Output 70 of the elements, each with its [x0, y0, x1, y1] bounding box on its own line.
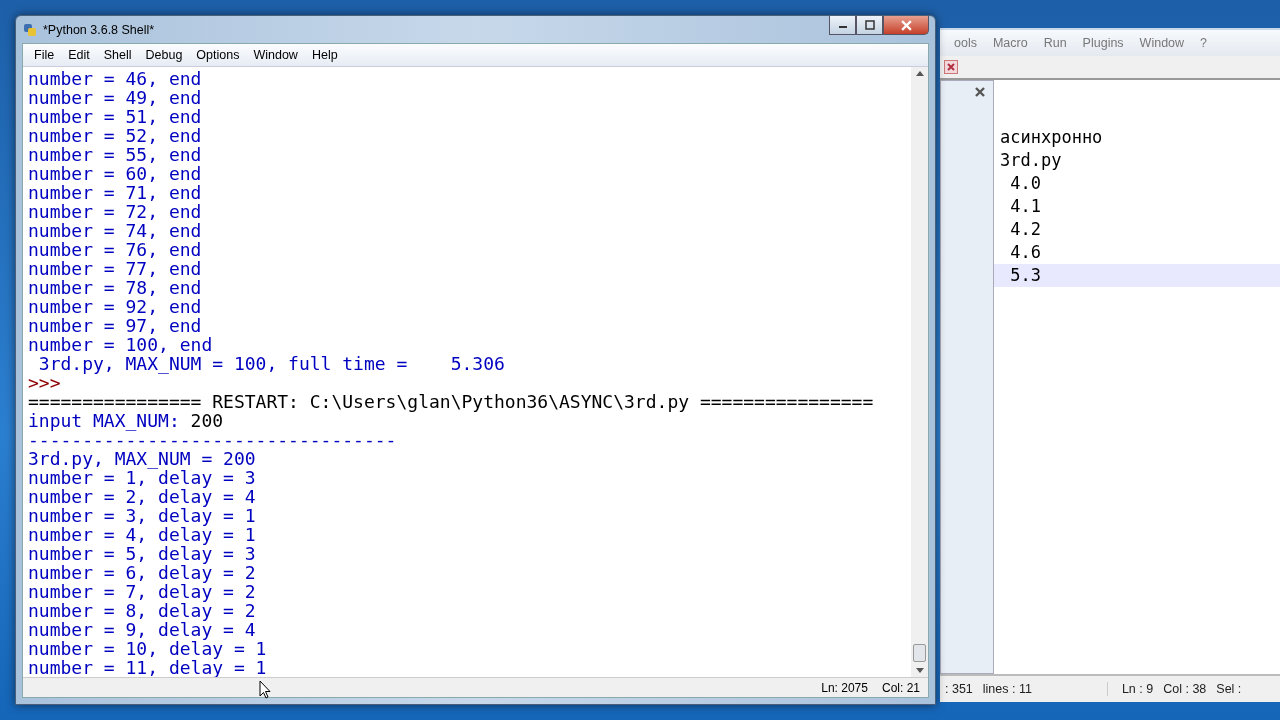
- minimize-button[interactable]: [829, 16, 856, 35]
- editor-line: 4.1: [1009, 195, 1042, 218]
- menu-item[interactable]: Help: [304, 48, 345, 62]
- shell-line: number = 5, delay = 3: [28, 544, 257, 563]
- shell-line: number = 51, end: [28, 107, 203, 126]
- shell-line: number = 2, delay = 4: [28, 487, 257, 506]
- shell-line: ================ RESTART: C:\Users\glan\Python36\ASYNC\3rd.py ================: [28, 392, 875, 411]
- menu-item[interactable]: Macro: [984, 36, 1036, 50]
- maximize-button[interactable]: [856, 16, 883, 35]
- scroll-up-icon[interactable]: [915, 71, 924, 76]
- menu-item[interactable]: Edit: [61, 48, 97, 62]
- shell-line: number = 76, end: [28, 240, 203, 259]
- shell-line: number = 9, delay = 4: [28, 620, 257, 639]
- editor-line: асинхронно: [999, 126, 1104, 149]
- scroll-down-icon[interactable]: [915, 668, 924, 673]
- shell-line: number = 8, delay = 2: [28, 601, 257, 620]
- status-text: Col: 21: [881, 680, 920, 695]
- editor-line: 3rd.py: [999, 149, 1063, 172]
- shell-line: number = 11, delay = 1: [28, 658, 268, 677]
- shell-line: input MAX_NUM: 200: [28, 411, 225, 430]
- shell-line: number = 77, end: [28, 259, 203, 278]
- shell-line: number = 60, end: [28, 164, 203, 183]
- menu-item[interactable]: ools: [946, 36, 985, 50]
- scrollbar[interactable]: [911, 67, 928, 677]
- menu-item[interactable]: Window: [246, 48, 305, 62]
- shell-line: number = 55, end: [28, 145, 203, 164]
- shell-line: number = 10, delay = 1: [28, 639, 268, 658]
- shell-line: 3rd.py, MAX_NUM = 100, full time = 5.306: [37, 354, 506, 373]
- window-title: *Python 3.6.8 Shell*: [43, 22, 155, 37]
- status-text: : 351: [944, 682, 974, 696]
- shell-line: number = 6, delay = 2: [28, 563, 257, 582]
- close-icon: [900, 19, 912, 31]
- menu-item[interactable]: File: [27, 48, 62, 62]
- shell-line: number = 46, end: [28, 69, 203, 88]
- shell-line: number = 78, end: [28, 278, 203, 297]
- status-text: Sel :: [1215, 682, 1243, 696]
- shell-line: >>>: [28, 373, 61, 392]
- status-text: Ln : 9: [1106, 682, 1159, 696]
- menu-item[interactable]: Options: [189, 48, 247, 62]
- close-icon[interactable]: [944, 60, 958, 74]
- shell-line: number = 72, end: [28, 202, 203, 221]
- shell-line: number = 4, delay = 1: [28, 525, 257, 544]
- shell-line: number = 71, end: [28, 183, 203, 202]
- shell-line: number = 100, end: [28, 335, 214, 354]
- menu-item[interactable]: Window: [1131, 36, 1193, 50]
- shell-line: number = 3, delay = 1: [28, 506, 257, 525]
- shell-line: number = 92, end: [28, 297, 203, 316]
- editor-line: 4.2: [1009, 218, 1042, 241]
- editor-line: 4.0: [1009, 172, 1042, 195]
- shell-line: number = 97, end: [28, 316, 203, 335]
- shell-line: number = 74, end: [28, 221, 203, 240]
- menu-item[interactable]: Shell: [96, 48, 139, 62]
- python-icon: [22, 21, 38, 38]
- editor-line: 4.6: [1009, 241, 1042, 264]
- status-text: lines : 11: [981, 682, 1033, 696]
- menu-item[interactable]: Plugins: [1074, 36, 1132, 50]
- shell-line: number = 49, end: [28, 88, 203, 107]
- menu-item[interactable]: Run: [1035, 36, 1075, 50]
- status-text: Ln: 2075: [821, 680, 868, 695]
- shell-line: number = 1, delay = 3: [28, 468, 257, 487]
- shell-line: number = 52, end: [28, 126, 203, 145]
- maximize-icon: [864, 20, 875, 30]
- shell-line: ----------------------------------: [28, 430, 398, 449]
- close-button[interactable]: [883, 16, 929, 35]
- status-text: Col : 38: [1162, 682, 1208, 696]
- close-icon[interactable]: [973, 85, 987, 99]
- menu-item[interactable]: Debug: [138, 48, 190, 62]
- shell-line: number = 7, delay = 2: [28, 582, 257, 601]
- scroll-thumb[interactable]: [913, 644, 926, 662]
- menu-item[interactable]: ?: [1192, 36, 1216, 50]
